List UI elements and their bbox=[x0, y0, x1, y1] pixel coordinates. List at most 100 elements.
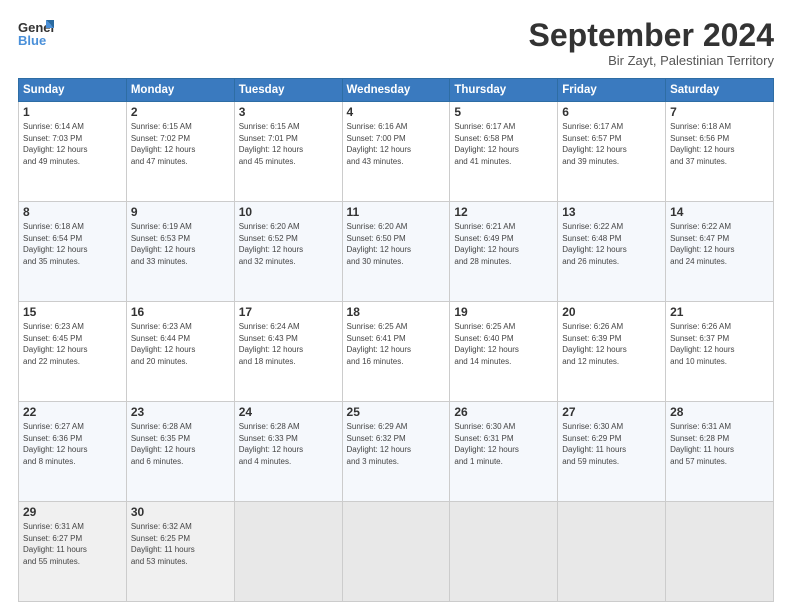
day-info: Sunrise: 6:21 AMSunset: 6:49 PMDaylight:… bbox=[454, 221, 553, 267]
day-number: 19 bbox=[454, 305, 553, 319]
day-number: 29 bbox=[23, 505, 122, 519]
day-number: 11 bbox=[347, 205, 446, 219]
col-header-saturday: Saturday bbox=[666, 79, 774, 102]
day-number: 13 bbox=[562, 205, 661, 219]
day-info: Sunrise: 6:28 AMSunset: 6:35 PMDaylight:… bbox=[131, 421, 230, 467]
calendar-cell bbox=[558, 502, 666, 602]
page: General Blue September 2024 Bir Zayt, Pa… bbox=[0, 0, 792, 612]
day-info: Sunrise: 6:22 AMSunset: 6:48 PMDaylight:… bbox=[562, 221, 661, 267]
calendar-cell: 19 Sunrise: 6:25 AMSunset: 6:40 PMDayligh… bbox=[450, 302, 558, 402]
day-info: Sunrise: 6:15 AMSunset: 7:01 PMDaylight:… bbox=[239, 121, 338, 167]
day-number: 20 bbox=[562, 305, 661, 319]
calendar-cell: 17 Sunrise: 6:24 AMSunset: 6:43 PMDayligh… bbox=[234, 302, 342, 402]
day-info: Sunrise: 6:30 AMSunset: 6:31 PMDaylight:… bbox=[454, 421, 553, 467]
day-info: Sunrise: 6:18 AMSunset: 6:56 PMDaylight:… bbox=[670, 121, 769, 167]
day-info: Sunrise: 6:22 AMSunset: 6:47 PMDaylight:… bbox=[670, 221, 769, 267]
calendar-cell: 23Sunrise: 6:28 AMSunset: 6:35 PMDayligh… bbox=[126, 402, 234, 502]
calendar-cell: 2Sunrise: 6:15 AMSunset: 7:02 PMDaylight… bbox=[126, 102, 234, 202]
calendar-cell bbox=[234, 502, 342, 602]
calendar-cell: 25Sunrise: 6:29 AMSunset: 6:32 PMDayligh… bbox=[342, 402, 450, 502]
calendar-cell: 9 Sunrise: 6:19 AMSunset: 6:53 PMDaylight… bbox=[126, 202, 234, 302]
calendar-cell bbox=[450, 502, 558, 602]
calendar-cell: 6Sunrise: 6:17 AMSunset: 6:57 PMDaylight… bbox=[558, 102, 666, 202]
svg-text:Blue: Blue bbox=[18, 33, 46, 48]
day-number: 15 bbox=[23, 305, 122, 319]
day-number: 8 bbox=[23, 205, 122, 219]
day-number: 7 bbox=[670, 105, 769, 119]
day-number: 4 bbox=[347, 105, 446, 119]
day-number: 5 bbox=[454, 105, 553, 119]
day-number: 28 bbox=[670, 405, 769, 419]
calendar-cell: 12 Sunrise: 6:21 AMSunset: 6:49 PMDayligh… bbox=[450, 202, 558, 302]
col-header-tuesday: Tuesday bbox=[234, 79, 342, 102]
day-number: 10 bbox=[239, 205, 338, 219]
day-info: Sunrise: 6:31 AMSunset: 6:27 PMDaylight:… bbox=[23, 521, 122, 567]
day-number: 18 bbox=[347, 305, 446, 319]
day-info: Sunrise: 6:29 AMSunset: 6:32 PMDaylight:… bbox=[347, 421, 446, 467]
calendar-cell: 15 Sunrise: 6:23 AMSunset: 6:45 PMDayligh… bbox=[19, 302, 127, 402]
day-number: 3 bbox=[239, 105, 338, 119]
col-header-thursday: Thursday bbox=[450, 79, 558, 102]
day-info: Sunrise: 6:23 AMSunset: 6:44 PMDaylight:… bbox=[131, 321, 230, 367]
day-info: Sunrise: 6:24 AMSunset: 6:43 PMDaylight:… bbox=[239, 321, 338, 367]
day-number: 21 bbox=[670, 305, 769, 319]
calendar-cell: 11 Sunrise: 6:20 AMSunset: 6:50 PMDayligh… bbox=[342, 202, 450, 302]
title-area: September 2024 Bir Zayt, Palestinian Ter… bbox=[529, 18, 774, 68]
day-info: Sunrise: 6:15 AMSunset: 7:02 PMDaylight:… bbox=[131, 121, 230, 167]
calendar-cell: 24 Sunrise: 6:28 AMSunset: 6:33 PMDayligh… bbox=[234, 402, 342, 502]
month-title: September 2024 bbox=[529, 18, 774, 53]
calendar-cell: 5 Sunrise: 6:17 AMSunset: 6:58 PMDaylight… bbox=[450, 102, 558, 202]
calendar-cell: 10 Sunrise: 6:20 AMSunset: 6:52 PMDayligh… bbox=[234, 202, 342, 302]
day-number: 16 bbox=[131, 305, 230, 319]
calendar-cell: 7 Sunrise: 6:18 AMSunset: 6:56 PMDaylight… bbox=[666, 102, 774, 202]
day-number: 6 bbox=[562, 105, 661, 119]
calendar-cell: 8 Sunrise: 6:18 AMSunset: 6:54 PMDaylight… bbox=[19, 202, 127, 302]
calendar-cell: 14Sunrise: 6:22 AMSunset: 6:47 PMDayligh… bbox=[666, 202, 774, 302]
day-info: Sunrise: 6:32 AMSunset: 6:25 PMDaylight:… bbox=[131, 521, 230, 567]
day-info: Sunrise: 6:27 AMSunset: 6:36 PMDaylight:… bbox=[23, 421, 122, 467]
calendar-cell: 4 Sunrise: 6:16 AMSunset: 7:00 PMDaylight… bbox=[342, 102, 450, 202]
day-number: 9 bbox=[131, 205, 230, 219]
day-info: Sunrise: 6:30 AMSunset: 6:29 PMDaylight:… bbox=[562, 421, 661, 467]
day-number: 17 bbox=[239, 305, 338, 319]
day-info: Sunrise: 6:16 AMSunset: 7:00 PMDaylight:… bbox=[347, 121, 446, 167]
day-info: Sunrise: 6:17 AMSunset: 6:58 PMDaylight:… bbox=[454, 121, 553, 167]
day-info: Sunrise: 6:19 AMSunset: 6:53 PMDaylight:… bbox=[131, 221, 230, 267]
day-info: Sunrise: 6:18 AMSunset: 6:54 PMDaylight:… bbox=[23, 221, 122, 267]
day-info: Sunrise: 6:25 AMSunset: 6:40 PMDaylight:… bbox=[454, 321, 553, 367]
day-info: Sunrise: 6:25 AMSunset: 6:41 PMDaylight:… bbox=[347, 321, 446, 367]
col-header-friday: Friday bbox=[558, 79, 666, 102]
calendar-cell bbox=[342, 502, 450, 602]
calendar-cell: 29 Sunrise: 6:31 AMSunset: 6:27 PMDayligh… bbox=[19, 502, 127, 602]
day-number: 24 bbox=[239, 405, 338, 419]
calendar-cell: 1Sunrise: 6:14 AMSunset: 7:03 PMDaylight… bbox=[19, 102, 127, 202]
calendar-cell: 20 Sunrise: 6:26 AMSunset: 6:39 PMDayligh… bbox=[558, 302, 666, 402]
logo: General Blue bbox=[18, 18, 54, 48]
day-info: Sunrise: 6:20 AMSunset: 6:50 PMDaylight:… bbox=[347, 221, 446, 267]
calendar-cell: 3 Sunrise: 6:15 AMSunset: 7:01 PMDaylight… bbox=[234, 102, 342, 202]
day-number: 1 bbox=[23, 105, 122, 119]
day-number: 22 bbox=[23, 405, 122, 419]
calendar-cell: 18 Sunrise: 6:25 AMSunset: 6:41 PMDayligh… bbox=[342, 302, 450, 402]
day-number: 26 bbox=[454, 405, 553, 419]
day-number: 27 bbox=[562, 405, 661, 419]
day-info: Sunrise: 6:20 AMSunset: 6:52 PMDaylight:… bbox=[239, 221, 338, 267]
day-info: Sunrise: 6:26 AMSunset: 6:39 PMDaylight:… bbox=[562, 321, 661, 367]
col-header-wednesday: Wednesday bbox=[342, 79, 450, 102]
day-info: Sunrise: 6:26 AMSunset: 6:37 PMDaylight:… bbox=[670, 321, 769, 367]
day-info: Sunrise: 6:23 AMSunset: 6:45 PMDaylight:… bbox=[23, 321, 122, 367]
calendar-cell: 30 Sunrise: 6:32 AMSunset: 6:25 PMDayligh… bbox=[126, 502, 234, 602]
day-number: 12 bbox=[454, 205, 553, 219]
col-header-sunday: Sunday bbox=[19, 79, 127, 102]
calendar-cell: 27 Sunrise: 6:30 AMSunset: 6:29 PMDayligh… bbox=[558, 402, 666, 502]
calendar-cell: 16 Sunrise: 6:23 AMSunset: 6:44 PMDayligh… bbox=[126, 302, 234, 402]
day-number: 30 bbox=[131, 505, 230, 519]
header: General Blue September 2024 Bir Zayt, Pa… bbox=[18, 18, 774, 68]
calendar-cell: 22 Sunrise: 6:27 AMSunset: 6:36 PMDayligh… bbox=[19, 402, 127, 502]
col-header-monday: Monday bbox=[126, 79, 234, 102]
calendar-table: SundayMondayTuesdayWednesdayThursdayFrid… bbox=[18, 78, 774, 602]
calendar-cell: 28Sunrise: 6:31 AMSunset: 6:28 PMDayligh… bbox=[666, 402, 774, 502]
day-info: Sunrise: 6:28 AMSunset: 6:33 PMDaylight:… bbox=[239, 421, 338, 467]
calendar-cell: 26 Sunrise: 6:30 AMSunset: 6:31 PMDayligh… bbox=[450, 402, 558, 502]
calendar-cell: 21 Sunrise: 6:26 AMSunset: 6:37 PMDayligh… bbox=[666, 302, 774, 402]
